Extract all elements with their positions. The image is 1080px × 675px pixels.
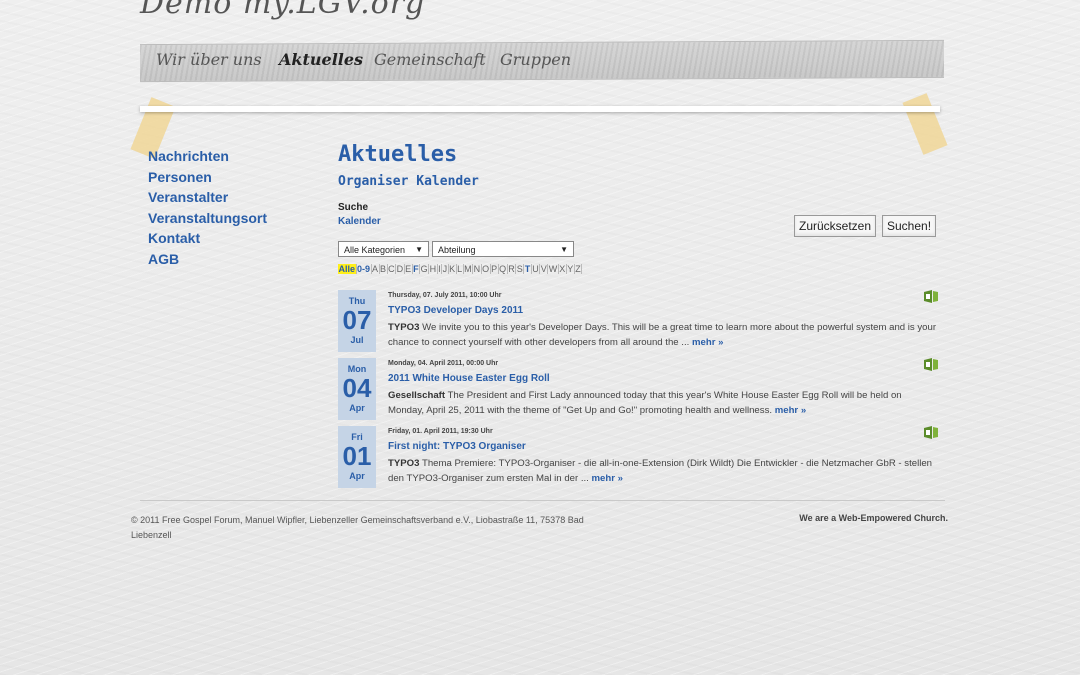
event-month: Jul [350,335,364,345]
event-month: Apr [349,403,365,413]
sidebar-item-nachrichten[interactable]: Nachrichten [148,146,267,167]
site-title[interactable]: Demo my.LGV.org [140,0,425,21]
alpha-filter-e[interactable]: E [404,264,413,274]
calendar-export-icon[interactable] [924,426,938,439]
event-date-box: Thu 07 Jul [338,290,376,352]
event-month: Apr [349,471,365,481]
alpha-filter-m[interactable]: M [463,264,474,274]
sidebar-item-kontakt[interactable]: Kontakt [148,228,267,249]
event-day: 04 [342,373,372,403]
alpha-filter-s[interactable]: S [516,264,525,274]
event-category: TYPO3 [388,322,420,333]
event-teaser: TYPO3 We invite you to this year's Devel… [388,320,938,350]
alpha-filter-x[interactable]: X [558,264,567,274]
event-datetime: Thursday, 07. July 2011, 10:00 Uhr [388,292,502,299]
search-button[interactable]: Suchen! [882,215,937,237]
alpha-filter-g[interactable]: G [420,264,430,274]
sidebar-item-veranstaltungsort[interactable]: Veranstaltungsort [148,208,267,229]
event-text: Thema Premiere: TYPO3-Organiser - die al… [388,458,933,484]
reset-button[interactable]: Zurücksetzen [794,215,877,237]
event-date-box: Fri 01 Apr [338,426,376,488]
sidebar-navigation: Nachrichten Personen Veranstalter Verans… [148,146,267,270]
event-title-link[interactable]: 2011 White House Easter Egg Roll [388,373,550,384]
calendar-link[interactable]: Kalender [338,216,381,227]
department-select-value: Abteilung [438,245,476,255]
alpha-filter-u[interactable]: U [531,264,541,274]
event-item: Mon 04 Apr Monday, 04. April 2011, 00:00… [338,358,938,422]
footer-tagline[interactable]: We are a Web-Empowered Church. [799,513,948,523]
alpha-filter-j[interactable]: J [442,264,449,274]
event-datetime: Friday, 01. April 2011, 19:30 Uhr [388,428,493,435]
alpha-filter-q[interactable]: Q [498,264,508,274]
footer-divider [140,500,945,501]
event-date-box: Mon 04 Apr [338,358,376,420]
page-subtitle: Organiser Kalender [338,174,479,189]
alpha-filter-r[interactable]: R [507,264,517,274]
calendar-export-icon[interactable] [924,290,938,303]
event-category: Gesellschaft [388,390,446,401]
alpha-filter-c[interactable]: C [387,264,397,274]
sidebar-item-personen[interactable]: Personen [148,167,267,188]
category-select-value: Alle Kategorien [344,245,406,255]
alpha-filter-t[interactable]: T [524,264,532,274]
nav-item-gruppen[interactable]: Gruppen [500,50,571,69]
alpha-filter-n[interactable]: N [473,264,482,274]
event-title-link[interactable]: TYPO3 Developer Days 2011 [388,305,523,316]
alpha-filter-w[interactable]: W [548,264,559,274]
event-item: Thu 07 Jul Thursday, 07. July 2011, 10:0… [338,290,938,354]
paper-strip [140,106,940,112]
alpha-filter-k[interactable]: K [448,264,457,274]
event-teaser: TYPO3 Thema Premiere: TYPO3-Organiser - … [388,456,938,486]
alpha-filter-p[interactable]: P [490,264,499,274]
event-item: Fri 01 Apr Friday, 01. April 2011, 19:30… [338,426,938,490]
alpha-filter-o[interactable]: O [481,264,491,274]
alpha-filter-y[interactable]: Y [566,264,575,274]
alpha-filter-b[interactable]: B [379,264,388,274]
event-datetime: Monday, 04. April 2011, 00:00 Uhr [388,360,499,367]
event-category: TYPO3 [388,458,420,469]
alpha-filter-h[interactable]: H [429,264,438,274]
alpha-filter-l[interactable]: L [456,264,464,274]
event-text: The President and First Lady announced t… [388,390,902,416]
sidebar-item-agb[interactable]: AGB [148,249,267,270]
read-more-link[interactable]: mehr » [692,337,723,348]
search-label: Suche [338,202,369,213]
alphabet-filter: Alle 0-9 A B C D E F G H I J K L M N O P Q R S T U V W X Y Z [338,264,583,274]
category-select[interactable]: Alle Kategorien ▼ [338,241,429,257]
event-teaser: Gesellschaft The President and First Lad… [388,388,938,418]
nav-item-gemeinschaft[interactable]: Gemeinschaft [374,50,486,69]
event-text: We invite you to this year's Developer D… [388,322,937,348]
event-day: 07 [342,305,372,335]
read-more-link[interactable]: mehr » [775,405,806,416]
chevron-down-icon: ▼ [560,245,568,254]
alpha-filter-a[interactable]: A [371,264,380,274]
alpha-filter-d[interactable]: D [396,264,405,274]
alpha-filter-z[interactable]: Z [574,264,583,274]
alpha-filter-0-9[interactable]: 0-9 [356,264,372,274]
nav-item-wir-ueber-uns[interactable]: Wir über uns [156,50,262,69]
alpha-filter-all[interactable]: Alle [338,264,357,274]
department-select[interactable]: Abteilung ▼ [432,241,574,257]
read-more-link[interactable]: mehr » [592,473,623,484]
sidebar-item-veranstalter[interactable]: Veranstalter [148,187,267,208]
footer-copyright: © 2011 Free Gospel Forum, Manuel Wipfler… [131,515,584,540]
nav-item-aktuelles[interactable]: Aktuelles [279,50,363,69]
event-day: 01 [342,441,372,471]
main-content: Aktuelles Organiser Kalender Suche Kalen… [338,140,938,488]
calendar-export-icon[interactable] [924,358,938,371]
alpha-filter-f[interactable]: F [412,264,421,274]
page-title: Aktuelles [338,142,458,167]
event-title-link[interactable]: First night: TYPO3 Organiser [388,441,526,452]
chevron-down-icon: ▼ [415,245,423,254]
